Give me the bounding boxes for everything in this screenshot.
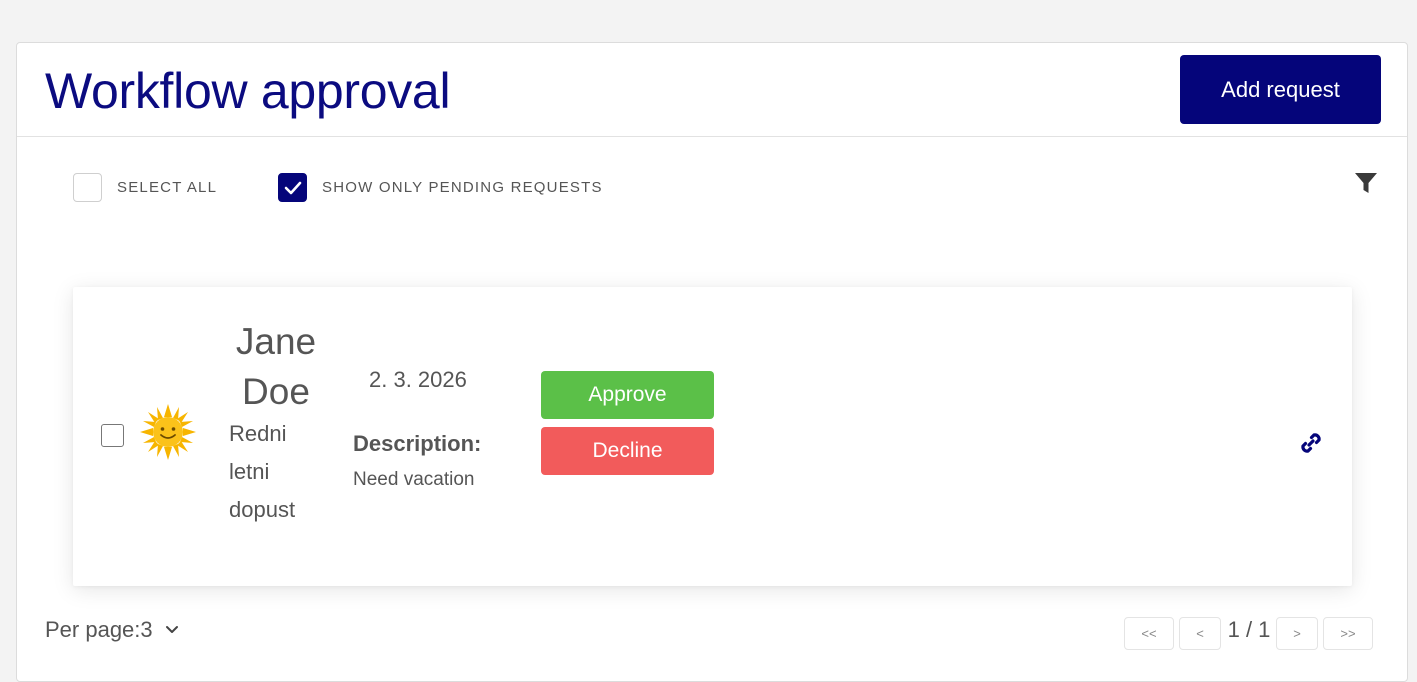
decline-button[interactable]: Decline <box>541 427 714 475</box>
request-card: Jane Doe Redni letni dopust 2. 3. 2026 D… <box>73 287 1352 586</box>
filter-icon[interactable] <box>1354 171 1378 195</box>
request-select-checkbox[interactable] <box>101 424 124 447</box>
request-type: Redni letni dopust <box>229 421 296 522</box>
page-title: Workflow approval <box>45 63 451 119</box>
link-icon[interactable] <box>1298 430 1324 456</box>
panel-header: Workflow approval Add request <box>17 43 1407 137</box>
add-request-button[interactable]: Add request <box>1180 55 1381 124</box>
pagination: << < 1 / 1 > >> <box>1124 617 1378 650</box>
select-all-label: SELECT ALL <box>117 179 218 196</box>
requester-first-name: Jane <box>235 321 317 362</box>
pager-prev-button[interactable]: < <box>1179 617 1221 650</box>
pending-only-box[interactable] <box>278 173 307 202</box>
per-page-label: Per page:3 <box>45 617 153 642</box>
pager-info: 1 / 1 <box>1227 616 1271 642</box>
description-label: Description: <box>353 431 482 456</box>
pager-next-button[interactable]: > <box>1276 617 1318 650</box>
requester-name: Jane Doe <box>215 317 337 417</box>
description-value: Need vacation <box>353 469 475 490</box>
pager-first-button[interactable]: << <box>1124 617 1174 650</box>
pending-only-checkbox[interactable]: SHOW ONLY PENDING REQUESTS <box>278 173 603 202</box>
requester-last-name: Doe <box>242 371 310 412</box>
select-all-box[interactable] <box>73 173 102 202</box>
checkmark-icon <box>284 181 301 194</box>
chevron-down-icon <box>165 626 178 633</box>
workflow-panel: Workflow approval Add request SELECT ALL… <box>16 42 1408 682</box>
pending-only-label: SHOW ONLY PENDING REQUESTS <box>322 179 603 196</box>
approve-button[interactable]: Approve <box>541 371 714 419</box>
sun-icon <box>140 404 196 460</box>
toolbar: SELECT ALL SHOW ONLY PENDING REQUESTS <box>17 137 1407 237</box>
select-all-checkbox[interactable]: SELECT ALL <box>73 173 217 202</box>
per-page-select[interactable]: Per page:3 <box>45 617 179 643</box>
pager-last-button[interactable]: >> <box>1323 617 1373 650</box>
request-date: 2. 3. 2026 <box>369 367 467 392</box>
